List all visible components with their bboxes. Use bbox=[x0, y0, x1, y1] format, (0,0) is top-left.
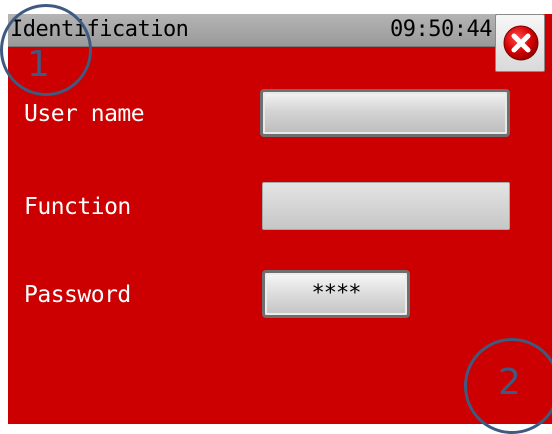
username-field[interactable] bbox=[260, 89, 510, 137]
password-label: Password bbox=[24, 282, 131, 308]
annotation-number-1: 1 bbox=[27, 44, 50, 85]
close-button[interactable] bbox=[495, 14, 545, 72]
password-field[interactable]: **** bbox=[262, 270, 410, 318]
password-value: **** bbox=[311, 281, 362, 306]
clock: 09:50:44 bbox=[390, 17, 492, 42]
function-field bbox=[262, 182, 510, 230]
username-label: User name bbox=[24, 101, 145, 127]
close-icon bbox=[503, 25, 539, 61]
function-label: Function bbox=[24, 194, 131, 220]
annotation-number-2: 2 bbox=[498, 362, 521, 403]
